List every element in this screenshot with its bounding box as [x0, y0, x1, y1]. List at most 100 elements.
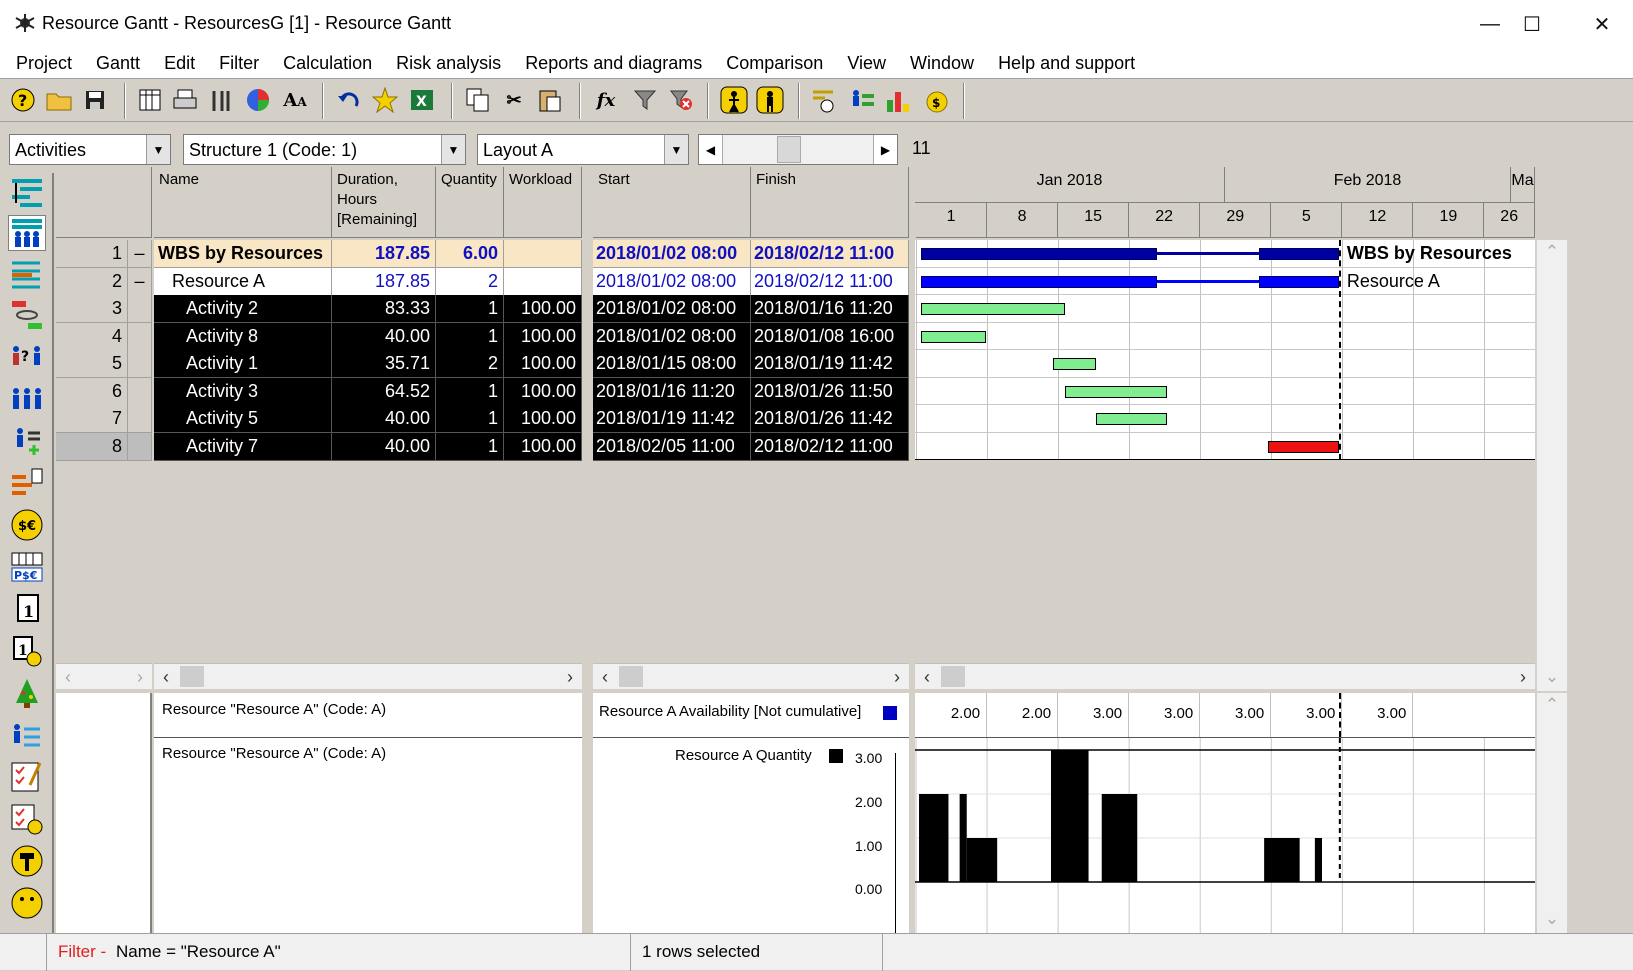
- start-date-cell[interactable]: 2018/02/05 11:00: [593, 433, 751, 461]
- close-button[interactable]: ✕: [1567, 0, 1633, 48]
- resource-leveling-icon[interactable]: [719, 85, 749, 115]
- workload-cell[interactable]: 100.00: [504, 323, 582, 351]
- menu-comparison[interactable]: Comparison: [714, 53, 835, 74]
- quantity-cell[interactable]: 2: [436, 350, 504, 378]
- chevron-down-icon[interactable]: ▼: [146, 135, 170, 164]
- column-header-finish[interactable]: Finish: [751, 167, 909, 238]
- chevron-down-icon[interactable]: ▼: [441, 135, 465, 164]
- column-header-duration[interactable]: Duration, Hours [Remaining]: [332, 167, 436, 238]
- add-resource-icon[interactable]: [8, 423, 46, 459]
- quantity-cell[interactable]: 1: [436, 295, 504, 323]
- duration-cell[interactable]: 187.85: [332, 268, 436, 296]
- collapse-toggle[interactable]: –: [128, 240, 152, 268]
- zoom-slider[interactable]: ◀ ▶: [698, 134, 898, 165]
- smiley-icon[interactable]: [8, 885, 46, 921]
- slider-thumb[interactable]: [777, 136, 801, 163]
- activity-bar[interactable]: [1064, 386, 1167, 398]
- quantity-cell[interactable]: 6.00: [436, 240, 504, 268]
- maximize-button[interactable]: ☐: [1497, 0, 1567, 48]
- activity-name[interactable]: Activity 1: [154, 350, 332, 378]
- duration-cell[interactable]: 35.71: [332, 350, 436, 378]
- collapse-toggle[interactable]: [128, 378, 152, 406]
- finish-date-cell[interactable]: 2018/01/16 11:20: [751, 295, 909, 323]
- workload-cell[interactable]: 100.00: [504, 378, 582, 406]
- resource-gantt-view-icon[interactable]: [8, 215, 46, 251]
- menu-help[interactable]: Help and support: [986, 53, 1147, 74]
- open-folder-icon[interactable]: [44, 85, 74, 115]
- schedule-icon[interactable]: [810, 85, 840, 115]
- scroll-down-icon[interactable]: ⌄: [1537, 909, 1567, 929]
- cost-table-icon[interactable]: P$€: [8, 549, 46, 585]
- menu-window[interactable]: Window: [898, 53, 986, 74]
- start-date-cell[interactable]: 2018/01/02 08:00: [593, 240, 751, 268]
- scroll-right-icon[interactable]: ›: [558, 664, 582, 690]
- duration-cell[interactable]: 64.52: [332, 378, 436, 406]
- quantity-cell[interactable]: 1: [436, 433, 504, 461]
- paste-icon[interactable]: [535, 85, 565, 115]
- finish-date-cell[interactable]: 2018/02/12 11:00: [751, 268, 909, 296]
- histogram-icon[interactable]: [883, 85, 913, 115]
- workload-cell[interactable]: [504, 240, 582, 268]
- scroll-left-icon[interactable]: ‹: [154, 664, 178, 690]
- collapse-toggle[interactable]: [128, 295, 152, 323]
- duration-cell[interactable]: 187.85: [332, 240, 436, 268]
- scroll-left-icon[interactable]: ‹: [915, 664, 939, 690]
- start-date-cell[interactable]: 2018/01/16 11:20: [593, 378, 751, 406]
- undo-icon[interactable]: [334, 85, 364, 115]
- wbs-view-icon[interactable]: [8, 257, 46, 293]
- columns-icon[interactable]: [135, 85, 165, 115]
- tool-icon[interactable]: [8, 843, 46, 879]
- star-icon[interactable]: [370, 85, 400, 115]
- column-header-name[interactable]: Name: [154, 167, 332, 238]
- calendar-clock-icon[interactable]: 1: [8, 633, 46, 669]
- menu-reports[interactable]: Reports and diagrams: [513, 53, 714, 74]
- checklist-clock-icon[interactable]: [8, 801, 46, 837]
- pie-chart-icon[interactable]: [243, 85, 273, 115]
- row-number[interactable]: 2: [56, 268, 128, 296]
- print-icon[interactable]: [170, 85, 200, 115]
- assign-resources-icon[interactable]: [847, 85, 877, 115]
- row-number[interactable]: 3: [56, 295, 128, 323]
- collapse-toggle[interactable]: –: [128, 268, 152, 296]
- formula-icon[interactable]: fx: [591, 85, 621, 115]
- activity-name[interactable]: WBS by Resources: [154, 240, 332, 268]
- date-scrollbar[interactable]: ‹ ›: [593, 663, 909, 689]
- finish-date-cell[interactable]: 2018/01/26 11:50: [751, 378, 909, 406]
- workload-cell[interactable]: 100.00: [504, 350, 582, 378]
- duration-cell[interactable]: 83.33: [332, 295, 436, 323]
- row-scrollbar[interactable]: ‹ ›: [56, 663, 152, 689]
- slider-right-icon[interactable]: ▶: [873, 135, 897, 164]
- save-icon[interactable]: [80, 85, 110, 115]
- row-number[interactable]: 4: [56, 323, 128, 351]
- font-icon[interactable]: AA: [280, 85, 310, 115]
- resource-query-icon[interactable]: ?: [8, 339, 46, 375]
- scroll-left-icon[interactable]: ‹: [56, 664, 80, 690]
- menu-view[interactable]: View: [835, 53, 898, 74]
- slider-left-icon[interactable]: ◀: [699, 135, 723, 164]
- person-icon[interactable]: [755, 85, 785, 115]
- summary-bar[interactable]: [921, 248, 1157, 260]
- summary-bar[interactable]: [1259, 248, 1339, 260]
- table-scrollbar[interactable]: ‹ ›: [154, 663, 582, 689]
- activity-bar[interactable]: [1267, 441, 1339, 453]
- costs-icon[interactable]: $: [920, 85, 950, 115]
- scroll-right-icon[interactable]: ›: [1511, 664, 1535, 690]
- scroll-up-icon[interactable]: ⌃: [1537, 695, 1567, 715]
- activity-bar[interactable]: [921, 331, 986, 343]
- column-header-start[interactable]: Start: [593, 167, 751, 238]
- type-select[interactable]: Activities ▼: [9, 134, 171, 165]
- menu-edit[interactable]: Edit: [152, 53, 207, 74]
- cut-icon[interactable]: ✂: [499, 85, 529, 115]
- duration-cell[interactable]: 40.00: [332, 433, 436, 461]
- workload-cell[interactable]: 100.00: [504, 295, 582, 323]
- remove-filter-icon[interactable]: [666, 85, 696, 115]
- activity-name[interactable]: Activity 7: [154, 433, 332, 461]
- tree-icon[interactable]: [8, 675, 46, 711]
- start-date-cell[interactable]: 2018/01/02 08:00: [593, 323, 751, 351]
- quantity-cell[interactable]: 2: [436, 268, 504, 296]
- row-number[interactable]: 5: [56, 350, 128, 378]
- start-date-cell[interactable]: 2018/01/02 08:00: [593, 268, 751, 296]
- hierarchy-icon[interactable]: [8, 465, 46, 501]
- layout-select[interactable]: Layout A ▼: [477, 134, 689, 165]
- duration-cell[interactable]: 40.00: [332, 323, 436, 351]
